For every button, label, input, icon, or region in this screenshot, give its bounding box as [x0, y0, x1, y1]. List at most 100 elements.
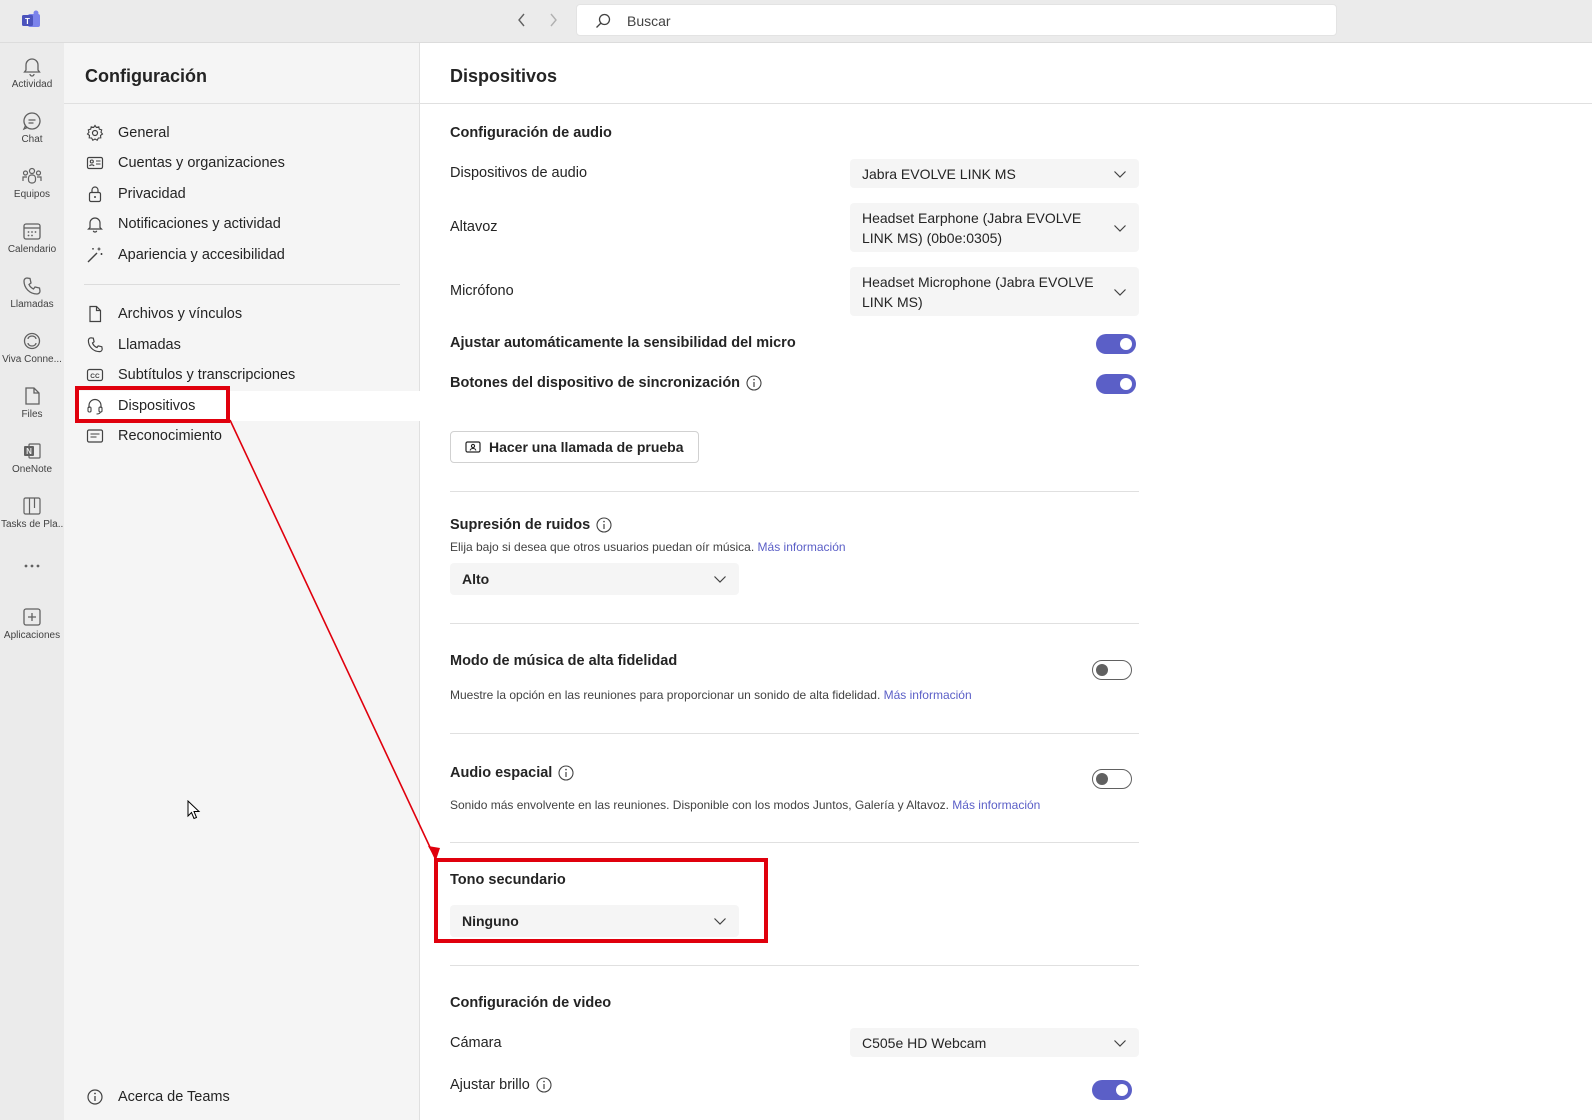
test-call-button[interactable]: Hacer una llamada de prueba	[450, 431, 699, 463]
teams-icon	[22, 167, 42, 184]
rail-item-teams[interactable]: Equipos	[0, 159, 64, 211]
sidebar-item-label: Reconocimiento	[118, 428, 222, 444]
sidebar-item-appearance[interactable]: Apariencia y accesibilidad	[76, 240, 421, 270]
camera-value: C505e HD Webcam	[862, 1034, 987, 1051]
sidebar-item-label: Cuentas y organizaciones	[118, 155, 285, 171]
noise-suppression-value: Alto	[462, 571, 490, 587]
rail-label: Equipos	[13, 189, 51, 200]
chevron-down-icon	[1114, 224, 1126, 232]
camera-dropdown[interactable]: C505e HD Webcam	[850, 1028, 1139, 1057]
info-icon[interactable]	[558, 765, 574, 781]
sidebar-item-privacy[interactable]: Privacidad	[76, 179, 421, 209]
hifi-music-text: Modo de música de alta fidelidad	[450, 653, 678, 669]
app-rail: Actividad Chat Equipos Calendario Llamad…	[0, 43, 64, 1120]
rail-item-more[interactable]	[0, 549, 64, 601]
highlight-box-secondary-ringer	[434, 858, 768, 943]
sidebar-item-notifications[interactable]: Notificaciones y actividad	[76, 209, 421, 239]
rail-item-onenote[interactable]: N OneNote	[0, 434, 64, 486]
rail-item-calls[interactable]: Llamadas	[0, 269, 64, 321]
rail-item-apps[interactable]: Aplicaciones	[0, 600, 64, 652]
rail-item-planner[interactable]: Tasks de Pla...	[0, 489, 64, 541]
rail-label: Tasks de Pla...	[1, 519, 63, 530]
search-box[interactable]	[576, 4, 1337, 36]
sync-buttons-text: Botones del dispositivo de sincronizació…	[450, 375, 741, 391]
hifi-music-toggle[interactable]	[1092, 660, 1132, 680]
brightness-text: Ajustar brillo	[450, 1077, 530, 1093]
sidebar-item-label: Notificaciones y actividad	[118, 216, 281, 232]
file-icon	[25, 387, 40, 405]
sidebar-item-about[interactable]: Acerca de Teams	[76, 1082, 421, 1112]
back-arrow-icon[interactable]	[512, 10, 532, 30]
divider	[450, 965, 1139, 966]
divider	[420, 103, 1592, 104]
camera-label: Cámara	[450, 1035, 502, 1051]
noise-desc-text: Elija bajo si desea que otros usuarios p…	[450, 540, 755, 554]
svg-text:N: N	[26, 447, 32, 456]
more-info-link[interactable]: Más información	[884, 688, 972, 702]
rail-label: Calendario	[7, 244, 57, 255]
noise-suppression-dropdown[interactable]: Alto	[450, 563, 739, 595]
info-icon[interactable]	[746, 375, 762, 391]
rail-label: Actividad	[11, 79, 53, 90]
info-icon[interactable]	[536, 1077, 552, 1093]
auto-sensitivity-text: Ajustar automáticamente la sensibilidad …	[450, 335, 796, 351]
phone-icon	[87, 337, 103, 353]
test-call-icon	[465, 441, 481, 453]
auto-sensitivity-toggle[interactable]	[1096, 334, 1136, 354]
onenote-icon: N	[24, 443, 41, 459]
svg-text:CC: CC	[90, 373, 100, 380]
audio-devices-dropdown[interactable]: Jabra EVOLVE LINK MS	[850, 159, 1139, 188]
lock-icon	[88, 186, 102, 203]
chevron-down-icon	[1114, 1039, 1126, 1047]
hifi-music-desc: Muestre la opción en las reuniones para …	[450, 688, 972, 702]
speaker-value: Headset Earphone (Jabra EVOLVE LINK MS) …	[862, 209, 1082, 246]
brightness-label: Ajustar brillo	[450, 1077, 552, 1093]
rail-label: Files	[21, 409, 43, 420]
spatial-audio-toggle[interactable]	[1092, 769, 1132, 789]
devices-panel: Dispositivos Configuración de audio Disp…	[420, 43, 1592, 1120]
microphone-value: Headset Microphone (Jabra EVOLVE LINK MS…	[862, 273, 1094, 310]
teams-logo-icon[interactable]: T	[20, 10, 42, 30]
noise-suppression-desc: Elija bajo si desea que otros usuarios p…	[450, 540, 846, 554]
sidebar-item-recognition[interactable]: Reconocimiento	[76, 421, 421, 451]
audio-devices-label: Dispositivos de audio	[450, 165, 588, 181]
divider	[450, 842, 1139, 843]
rail-item-activity[interactable]: Actividad	[0, 49, 64, 101]
divider	[450, 491, 1139, 492]
more-info-link[interactable]: Más información	[952, 798, 1040, 812]
sidebar-item-accounts[interactable]: Cuentas y organizaciones	[76, 148, 421, 178]
sidebar-item-general[interactable]: General	[76, 118, 421, 148]
chevron-down-icon	[1114, 288, 1126, 296]
info-icon	[87, 1089, 103, 1105]
sync-buttons-toggle[interactable]	[1096, 374, 1136, 394]
forward-arrow-icon[interactable]	[543, 10, 563, 30]
microphone-dropdown[interactable]: Headset Microphone (Jabra EVOLVE LINK MS…	[850, 267, 1139, 316]
speaker-dropdown[interactable]: Headset Earphone (Jabra EVOLVE LINK MS) …	[850, 203, 1139, 252]
spatial-audio-title: Audio espacial	[450, 765, 574, 781]
title-bar: T	[0, 0, 1592, 43]
rail-item-files[interactable]: Files	[0, 379, 64, 431]
calendar-icon	[23, 223, 41, 240]
test-call-label: Hacer una llamada de prueba	[489, 439, 684, 455]
rail-item-chat[interactable]: Chat	[0, 104, 64, 156]
info-icon[interactable]	[596, 517, 612, 533]
sidebar-item-files[interactable]: Archivos y vínculos	[76, 299, 421, 329]
sidebar-item-calls[interactable]: Llamadas	[76, 330, 421, 360]
divider	[450, 623, 1139, 624]
search-input[interactable]	[627, 10, 1277, 32]
video-section-title: Configuración de video	[450, 995, 612, 1011]
auto-sensitivity-label: Ajustar automáticamente la sensibilidad …	[450, 335, 796, 351]
divider	[450, 733, 1139, 734]
more-info-link[interactable]: Más información	[758, 540, 846, 554]
wand-icon	[87, 247, 103, 263]
mouse-cursor-icon	[187, 800, 201, 820]
sidebar-item-label: Archivos y vínculos	[118, 306, 243, 322]
audio-devices-value: Jabra EVOLVE LINK MS	[862, 165, 1016, 182]
divider	[84, 284, 400, 285]
sidebar-item-label: General	[118, 125, 170, 141]
chevron-down-icon	[714, 576, 726, 583]
noise-suppression-title: Supresión de ruidos	[450, 517, 612, 533]
rail-item-viva[interactable]: Viva Conne...	[0, 324, 64, 376]
brightness-toggle[interactable]	[1092, 1080, 1132, 1100]
rail-item-calendar[interactable]: Calendario	[0, 214, 64, 266]
